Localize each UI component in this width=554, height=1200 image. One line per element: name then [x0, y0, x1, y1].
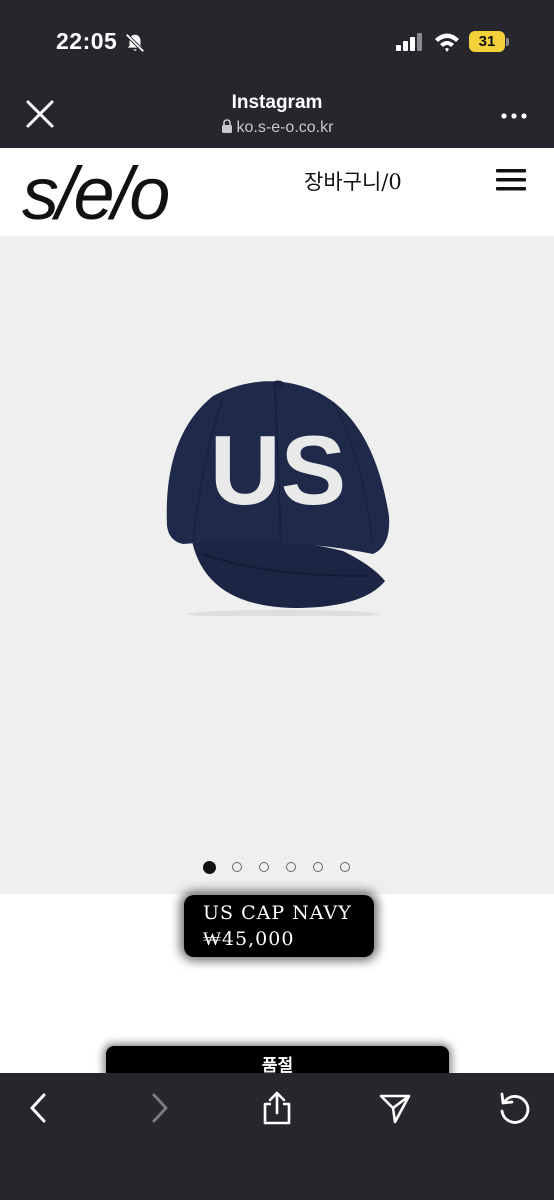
signal-icon	[396, 33, 422, 51]
lock-icon	[221, 119, 232, 133]
product-info: US CAP NAVY ₩45,000	[184, 895, 374, 957]
carousel-dot[interactable]	[203, 861, 216, 874]
browser-toolbar	[0, 1073, 554, 1200]
carousel-pagination	[0, 861, 554, 878]
carousel-dot[interactable]	[232, 862, 242, 872]
bell-muted-icon	[125, 33, 145, 53]
navy-us-cap-image: US	[166, 380, 390, 616]
send-icon[interactable]	[378, 1091, 412, 1125]
back-arrow-icon[interactable]	[22, 1091, 56, 1125]
carousel-dot[interactable]	[259, 862, 269, 872]
site-logo[interactable]: s/e/o	[22, 150, 170, 238]
cart-link[interactable]: 장바구니/0	[304, 166, 402, 196]
browser-header: Instagram ko.s-e-o.co.kr	[0, 86, 554, 148]
product-image-carousel[interactable]: US	[0, 236, 554, 894]
share-icon[interactable]	[260, 1091, 294, 1125]
url-text: ko.s-e-o.co.kr	[236, 119, 334, 136]
cart-label: 장바구니	[304, 170, 382, 194]
browser-url[interactable]: ko.s-e-o.co.kr	[0, 119, 554, 137]
battery-icon: 31	[469, 31, 505, 52]
carousel-dot[interactable]	[286, 862, 296, 872]
browser-title: Instagram	[231, 92, 323, 113]
cart-count: 0	[388, 170, 402, 194]
status-time: 22:05	[56, 28, 118, 54]
reload-icon[interactable]	[497, 1091, 531, 1125]
product-price: ₩45,000	[203, 928, 295, 950]
carousel-dot[interactable]	[340, 862, 350, 872]
hamburger-menu-icon[interactable]	[496, 168, 526, 192]
status-bar: 22:05 31	[0, 0, 554, 86]
wifi-icon	[435, 33, 459, 52]
battery-level: 31	[478, 33, 496, 50]
more-icon[interactable]	[500, 112, 528, 120]
site-header: s/e/o 장바구니/0	[0, 148, 554, 236]
forward-arrow-icon[interactable]	[142, 1091, 176, 1125]
battery-tip	[506, 38, 509, 46]
cap-logo-text: US	[210, 415, 346, 525]
carousel-dot[interactable]	[313, 862, 323, 872]
product-name: US CAP NAVY	[203, 902, 352, 924]
